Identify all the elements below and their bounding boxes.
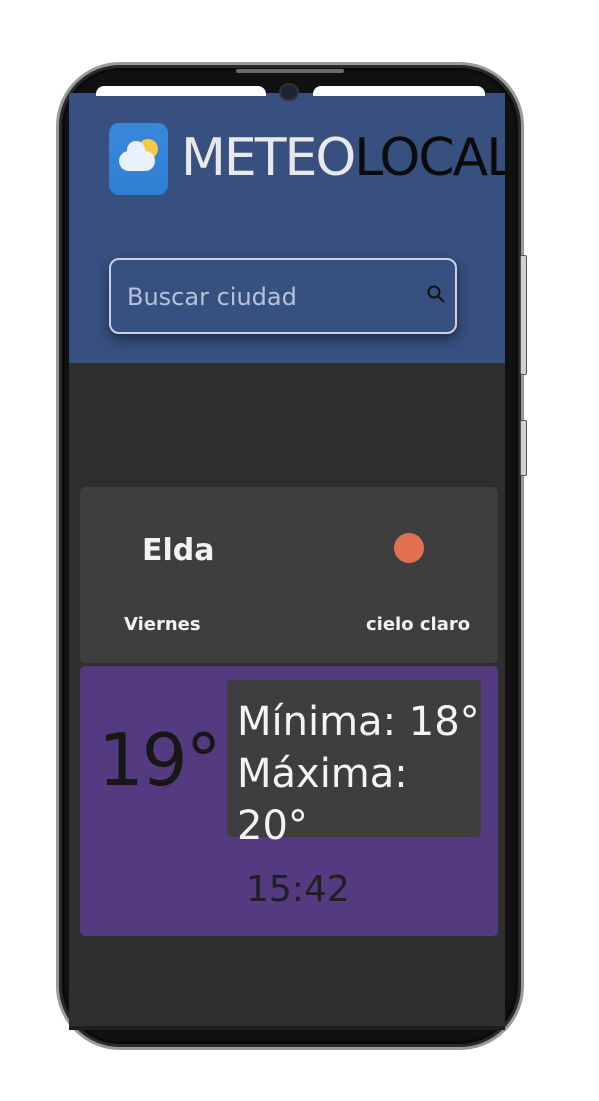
app-title-meteo: METEO	[181, 128, 356, 188]
city-card: Elda Viernes cielo claro	[80, 487, 498, 663]
search-icon[interactable]	[427, 285, 445, 303]
min-max-panel: Mínima: 18° Máxima: 20°	[227, 680, 481, 849]
app-screen: METEOLOCAL Elda Viernes cielo claro 19° …	[69, 93, 505, 1026]
front-camera-icon	[281, 85, 297, 99]
logo-cloud-shape	[119, 141, 155, 171]
side-button-power	[520, 420, 527, 476]
temperature-card: 19° Mínima: 18° Máxima: 20° 15:42	[80, 666, 498, 936]
status-bar-left	[96, 86, 266, 96]
app-title: METEOLOCAL	[181, 128, 505, 188]
status-bar-right	[313, 86, 485, 96]
search-bar	[109, 258, 457, 334]
side-button-volume	[520, 255, 527, 375]
search-input[interactable]	[125, 278, 409, 316]
app-title-local: LOCAL	[354, 128, 505, 188]
max-temperature: Máxima: 20°	[237, 751, 408, 849]
current-temperature: 19°	[98, 718, 222, 802]
city-name: Elda	[142, 533, 215, 568]
min-temperature: Mínima: 18°	[237, 699, 480, 745]
earpiece-speaker	[236, 69, 344, 73]
update-time: 15:42	[246, 869, 350, 910]
sun-icon	[394, 533, 424, 563]
partly-cloudy-icon	[109, 123, 168, 195]
weather-description: cielo claro	[366, 614, 471, 635]
screen-bottom-edge	[69, 1026, 505, 1030]
day-label: Viernes	[124, 614, 201, 635]
app-header: METEOLOCAL	[69, 93, 505, 363]
